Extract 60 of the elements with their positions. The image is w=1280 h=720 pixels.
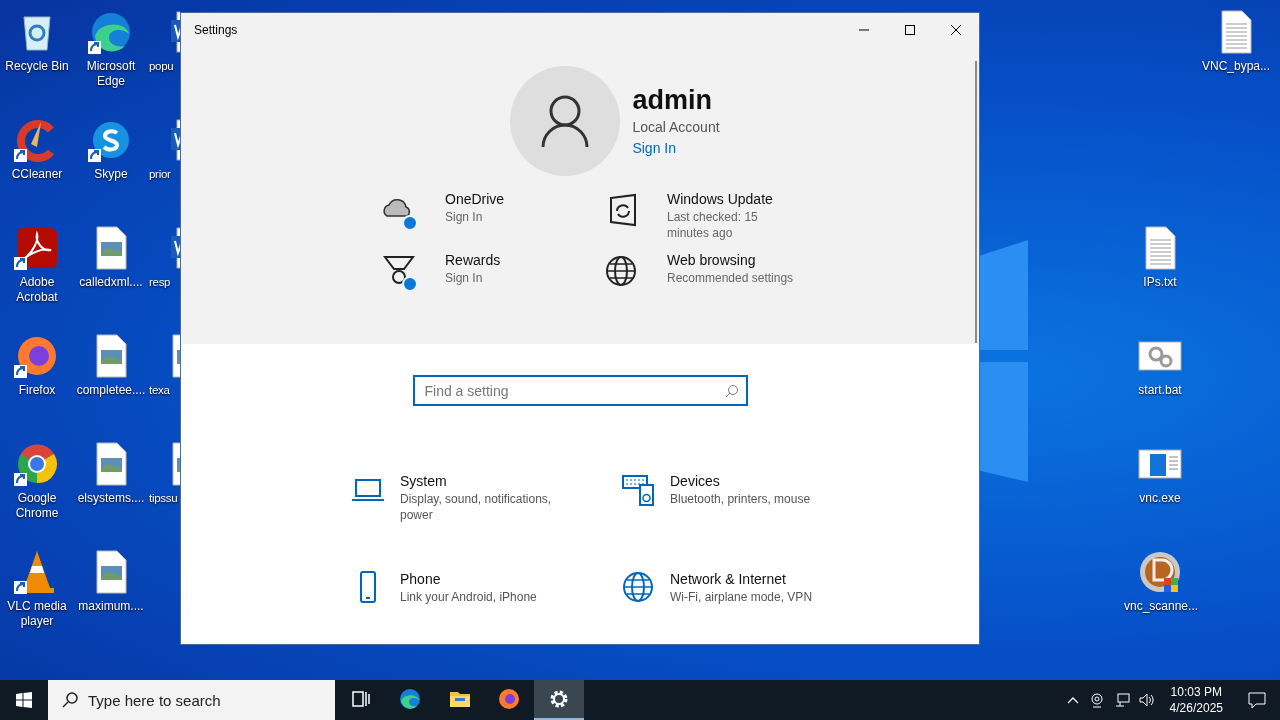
icon-label: tipssu (149, 491, 178, 506)
icon-label: Google Chrome (14, 491, 60, 521)
icon-label: CCleaner (10, 167, 64, 182)
icon-label: completee.... (75, 383, 147, 398)
icon-label: IPs.txt (1142, 275, 1178, 290)
maximize-icon (905, 25, 915, 35)
quick-link-subtitle: Recommended settings (667, 270, 795, 286)
quick-link-title[interactable]: OneDrive (445, 190, 575, 209)
network-icon[interactable] (1113, 692, 1130, 708)
category-description: Wi-Fi, airplane mode, VPN (670, 589, 814, 605)
scrollbar-thumb[interactable] (975, 61, 977, 343)
icon-label: vnc_scanne... (1124, 599, 1196, 614)
volume-icon[interactable] (1138, 692, 1155, 708)
clock-date[interactable]: 4/26/2025 (1169, 700, 1223, 716)
icon-label: popu (149, 59, 174, 74)
category-title[interactable]: System (400, 471, 580, 491)
browser-icon (398, 687, 423, 711)
close-icon (951, 25, 961, 35)
search-field[interactable]: Find a setting (412, 375, 748, 406)
category-description: Display, sound, notifications, power (400, 491, 553, 523)
notifications-icon[interactable] (1248, 691, 1266, 709)
icon-label: vnc.exe (1138, 491, 1182, 506)
webcam-icon[interactable] (1088, 692, 1105, 708)
quick-link-title[interactable]: Windows Update (667, 190, 797, 209)
icon-label: VLC media player (6, 599, 68, 629)
icon-label: maximum.... (77, 599, 145, 614)
icon-label: resp (149, 275, 171, 290)
quick-link-title[interactable]: Web browsing (667, 251, 797, 270)
category-title[interactable]: Network & Internet (670, 569, 850, 589)
icon-label: calledxml.... (78, 275, 144, 290)
search-icon (724, 384, 739, 398)
account-type: Local Account (632, 118, 720, 137)
icon-label: prior (149, 167, 171, 182)
clock-time[interactable]: 10:03 PM (1170, 684, 1222, 700)
quick-link-subtitle: Sign In (445, 270, 484, 286)
quick-link-title[interactable]: Rewards (445, 251, 575, 270)
quick-link-subtitle: Sign In (445, 209, 484, 225)
category-title[interactable]: Phone (400, 569, 580, 589)
icon-label: Firefox (17, 383, 57, 398)
category-title[interactable]: Devices (670, 471, 850, 491)
user-name: admin (632, 84, 713, 117)
taskbar-search-field[interactable]: Type here to search (48, 680, 335, 720)
sign-in-link[interactable]: Sign In (632, 138, 720, 159)
taskbar-app-button[interactable] (534, 680, 584, 720)
quick-link-subtitle: Last checked: 15 minutes ago (667, 209, 759, 241)
icon-label: Skype (93, 167, 129, 182)
search-icon (62, 692, 78, 708)
icon-label: Recycle Bin (4, 59, 70, 74)
avatar-icon (510, 66, 621, 176)
icon-label: elsystems.... (76, 491, 146, 506)
icon-label: Adobe Acrobat (15, 275, 59, 305)
icon-label: start.bat (1137, 383, 1183, 398)
browser-icon (497, 687, 522, 711)
window-title: Settings (194, 23, 238, 37)
icon-label: texa (149, 383, 170, 398)
category-description: Bluetooth, printers, mouse (670, 491, 812, 507)
windows-logo-icon (16, 692, 32, 708)
category-description: Link your Android, iPhone (400, 589, 538, 605)
icon-label: Microsoft Edge (85, 59, 137, 89)
icon-label: VNC_bypa... (1200, 59, 1271, 74)
